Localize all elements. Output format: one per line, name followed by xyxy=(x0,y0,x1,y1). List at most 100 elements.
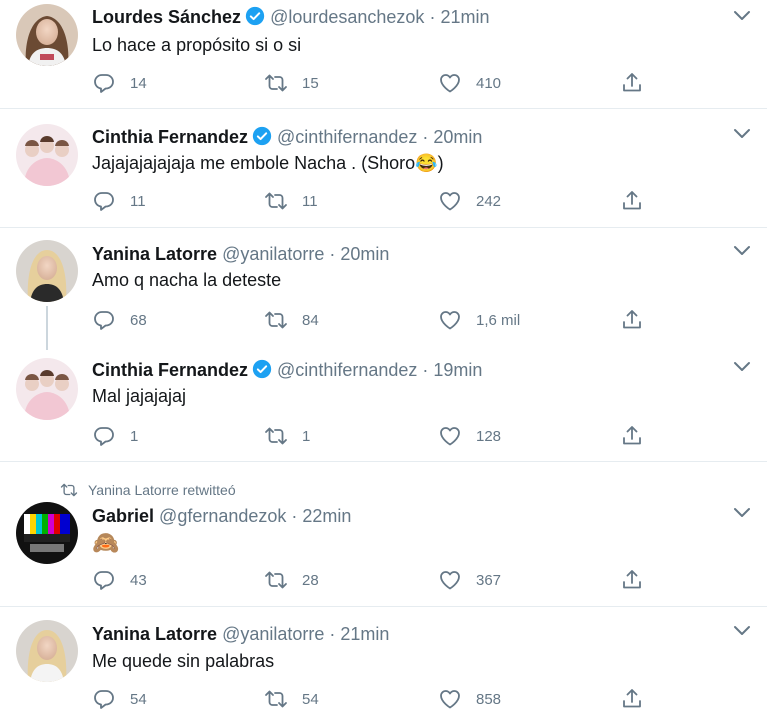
share-button[interactable] xyxy=(620,687,644,711)
author-handle[interactable]: @yanilatorre xyxy=(222,244,324,264)
like-icon xyxy=(438,71,462,95)
author-name[interactable]: Cinthia Fernandez xyxy=(92,360,248,380)
tweet-actions: 54 54 858 xyxy=(92,687,652,711)
avatar[interactable] xyxy=(16,240,78,302)
chevron-down-icon[interactable] xyxy=(733,10,751,22)
reply-count: 11 xyxy=(130,192,146,210)
author-name[interactable]: Gabriel xyxy=(92,506,154,526)
author-handle[interactable]: @yanilatorre xyxy=(222,624,324,644)
like-count: 367 xyxy=(476,571,502,589)
chevron-down-icon[interactable] xyxy=(733,245,751,257)
author-name[interactable]: Yanina Latorre xyxy=(92,624,217,644)
share-button[interactable] xyxy=(620,568,644,592)
tweet-header: Cinthia Fernandez @cinthifernandez · 19min xyxy=(92,359,482,381)
separator-dot: · xyxy=(329,624,336,644)
tweet-text: Jajajajajajaja me embole Nacha . (Shoro😂… xyxy=(92,153,444,173)
retweet-icon xyxy=(264,424,288,448)
tweet-text: Amo q nacha la deteste xyxy=(92,270,282,290)
share-icon xyxy=(620,424,644,448)
share-icon xyxy=(620,568,644,592)
reply-button[interactable]: 43 xyxy=(92,568,147,592)
chevron-down-icon[interactable] xyxy=(733,361,751,373)
tweet-actions: 14 15 410 xyxy=(92,71,652,95)
retweet-button[interactable]: 84 xyxy=(264,308,319,332)
tweet-actions: 1 1 128 xyxy=(92,424,652,448)
share-button[interactable] xyxy=(620,308,644,332)
verified-badge-icon xyxy=(252,126,272,146)
tweet[interactable]: Lourdes Sánchez @lourdesanchezok · 21min L… xyxy=(0,0,767,108)
separator-dot: · xyxy=(422,360,429,380)
author-handle[interactable]: @lourdesanchezok xyxy=(270,7,424,27)
retweet-button[interactable]: 11 xyxy=(264,189,318,213)
author-name[interactable]: Lourdes Sánchez xyxy=(92,7,241,27)
author-handle[interactable]: @cinthifernandez xyxy=(277,360,417,380)
retweet-icon xyxy=(264,71,288,95)
retweet-button[interactable]: 15 xyxy=(264,71,319,95)
retweet-count: 28 xyxy=(302,571,319,589)
reply-count: 54 xyxy=(130,690,147,708)
reply-button[interactable]: 1 xyxy=(92,424,138,448)
tweet-time[interactable]: 22min xyxy=(302,506,351,526)
tweet[interactable]: Yanina Latorre @yanilatorre · 20min Amo q … xyxy=(0,228,767,346)
like-button[interactable]: 858 xyxy=(438,687,501,711)
like-button[interactable]: 1,6 mil xyxy=(438,308,520,332)
tweet[interactable]: Gabriel @gfernandezok · 22min 🙈 43 28 367 xyxy=(0,462,767,606)
retweet-icon xyxy=(264,687,288,711)
share-button[interactable] xyxy=(620,424,644,448)
retweet-button[interactable]: 54 xyxy=(264,687,319,711)
like-button[interactable]: 242 xyxy=(438,189,501,213)
chevron-down-icon[interactable] xyxy=(733,625,751,637)
share-button[interactable] xyxy=(620,71,644,95)
retweet-icon xyxy=(264,189,288,213)
avatar[interactable] xyxy=(16,358,78,420)
tweet-time[interactable]: 21min xyxy=(340,624,389,644)
author-name[interactable]: Yanina Latorre xyxy=(92,244,217,264)
tweet-text: Lo hace a propósito si o si xyxy=(92,35,302,55)
avatar[interactable] xyxy=(16,502,78,564)
retweet-count: 15 xyxy=(302,74,319,92)
tweet-time[interactable]: 20min xyxy=(433,127,482,147)
like-button[interactable]: 367 xyxy=(438,568,501,592)
reply-icon xyxy=(92,308,116,332)
tweet-header: Gabriel @gfernandezok · 22min xyxy=(92,505,351,527)
chevron-down-icon[interactable] xyxy=(733,507,751,519)
author-name[interactable]: Cinthia Fernandez xyxy=(92,127,248,147)
reply-icon xyxy=(92,189,116,213)
avatar[interactable] xyxy=(16,620,78,682)
share-icon xyxy=(620,71,644,95)
separator-dot: · xyxy=(329,244,336,264)
share-icon xyxy=(620,308,644,332)
retweet-count: 84 xyxy=(302,311,319,329)
tweet-time[interactable]: 21min xyxy=(440,7,489,27)
tweet[interactable]: Cinthia Fernandez @cinthifernandez · 20min… xyxy=(0,109,767,227)
tweet-actions: 11 11 242 xyxy=(92,189,652,213)
tweet-time[interactable]: 19min xyxy=(433,360,482,380)
like-count: 242 xyxy=(476,192,502,210)
avatar[interactable] xyxy=(16,124,78,186)
share-button[interactable] xyxy=(620,189,644,213)
retweet-button[interactable]: 1 xyxy=(264,424,310,448)
tweet[interactable]: Yanina Latorre @yanilatorre · 21min Me que… xyxy=(0,607,767,718)
like-button[interactable]: 128 xyxy=(438,424,501,448)
reply-button[interactable]: 68 xyxy=(92,308,147,332)
tweet[interactable]: Cinthia Fernandez @cinthifernandez · 19min… xyxy=(0,346,767,461)
retweet-button[interactable]: 28 xyxy=(264,568,319,592)
tweet-header: Yanina Latorre @yanilatorre · 21min xyxy=(92,623,389,645)
reply-button[interactable]: 14 xyxy=(92,71,147,95)
reply-button[interactable]: 11 xyxy=(92,189,146,213)
reply-button[interactable]: 54 xyxy=(92,687,147,711)
avatar[interactable] xyxy=(16,4,78,66)
author-handle[interactable]: @cinthifernandez xyxy=(277,127,417,147)
tweet-time[interactable]: 20min xyxy=(340,244,389,264)
tweet-feed: Lourdes Sánchez @lourdesanchezok · 21min L… xyxy=(0,0,767,718)
reply-icon xyxy=(92,424,116,448)
reply-count: 14 xyxy=(130,74,147,92)
separator-dot: · xyxy=(291,506,298,526)
tweet-header: Yanina Latorre @yanilatorre · 20min xyxy=(92,243,389,265)
separator-dot: · xyxy=(422,127,429,147)
like-button[interactable]: 410 xyxy=(438,71,501,95)
author-handle[interactable]: @gfernandezok xyxy=(159,506,286,526)
share-icon xyxy=(620,687,644,711)
tweet-header: Lourdes Sánchez @lourdesanchezok · 21min xyxy=(92,6,489,28)
chevron-down-icon[interactable] xyxy=(733,128,751,140)
